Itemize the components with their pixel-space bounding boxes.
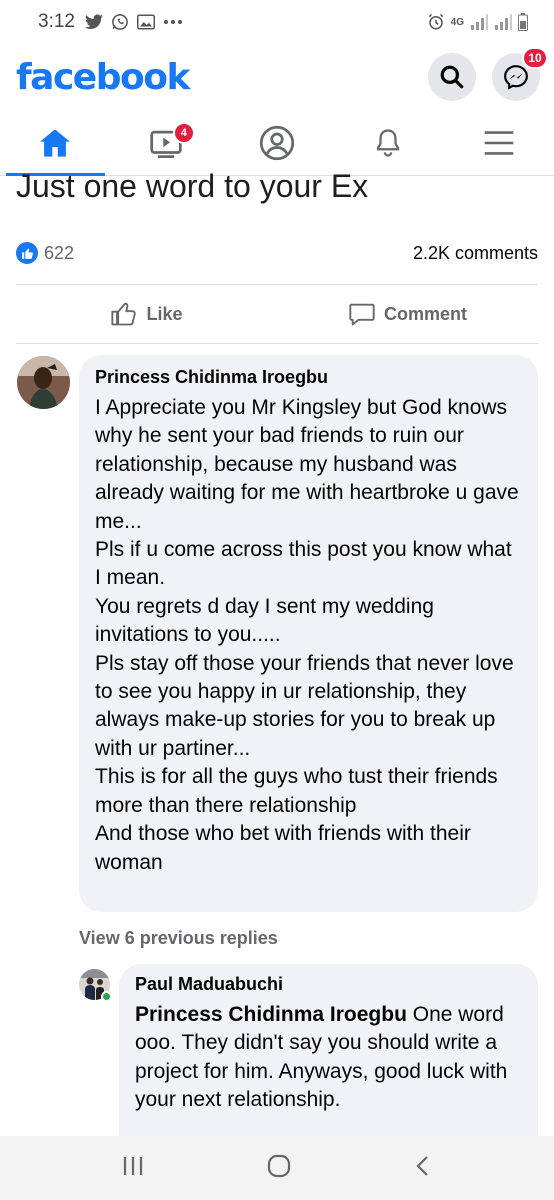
search-button[interactable] xyxy=(428,53,476,101)
comments-count[interactable]: 2.2K comments xyxy=(413,243,538,264)
home-circle-icon xyxy=(267,1154,291,1177)
status-time: 3:12 xyxy=(38,11,75,32)
app-header: facebook 10 xyxy=(0,44,554,110)
like-label: Like xyxy=(146,303,183,324)
hamburger-menu-icon xyxy=(484,130,513,155)
more-dots-icon xyxy=(163,20,182,24)
recent-apps-icon xyxy=(123,1156,142,1175)
signal-icon xyxy=(471,14,488,30)
reply-bubble: Paul Maduabuchi Princess Chidinma Iroegb… xyxy=(119,964,538,1164)
facebook-mobile-page: 3:12 4G facebook 10 4 Just one word to y… xyxy=(0,0,554,1200)
messenger-badge: 10 xyxy=(522,47,548,69)
home-system-button[interactable] xyxy=(266,1153,292,1184)
alarm-icon xyxy=(428,13,443,30)
bell-icon xyxy=(376,128,399,157)
post-text: Just one word to your Ex xyxy=(16,168,369,204)
tab-watch[interactable]: 4 xyxy=(111,110,222,175)
gallery-icon xyxy=(136,14,155,30)
status-bar: 3:12 4G xyxy=(0,0,554,44)
reactions-row: 622 2.2K comments xyxy=(16,238,538,268)
whatsapp-icon xyxy=(112,14,128,30)
system-nav-bar xyxy=(0,1136,554,1200)
profile-icon xyxy=(259,125,295,160)
like-button[interactable]: Like xyxy=(16,300,277,328)
nav-tabs: 4 xyxy=(0,110,554,176)
online-status-dot xyxy=(101,991,112,1002)
back-button[interactable] xyxy=(413,1154,433,1183)
reply-mention[interactable]: Princess Chidinma Iroegbu xyxy=(135,1003,407,1026)
comment-body: I Appreciate you Mr Kingsley but God kno… xyxy=(95,396,519,874)
search-icon xyxy=(440,65,464,89)
like-reaction-icon xyxy=(16,242,38,264)
signal-icon xyxy=(495,14,512,30)
status-icons-left xyxy=(84,13,183,31)
twitter-icon xyxy=(84,14,103,29)
comment-icon xyxy=(349,303,375,326)
reply-body: Princess Chidinma Iroegbu One word ooo. … xyxy=(135,1001,522,1115)
recent-apps-button[interactable] xyxy=(121,1155,145,1182)
tab-menu[interactable] xyxy=(443,110,554,175)
comment-label: Comment xyxy=(383,303,467,324)
thumbs-up-icon xyxy=(111,302,137,326)
comment-bubble: Princess Chidinma Iroegbu I Appreciate y… xyxy=(79,355,538,912)
messenger-icon xyxy=(504,65,528,90)
header-actions: 10 xyxy=(428,47,548,101)
tab-profile[interactable] xyxy=(222,110,333,175)
watch-badge: 4 xyxy=(172,122,195,144)
post-actions: Like Comment xyxy=(16,284,538,344)
messenger-button[interactable]: 10 xyxy=(492,47,548,101)
reply-author[interactable]: Paul Maduabuchi xyxy=(135,974,522,995)
commenter-avatar[interactable] xyxy=(17,356,70,409)
reactions-count[interactable]: 622 xyxy=(44,243,74,264)
facebook-logo[interactable]: facebook xyxy=(16,57,190,98)
tab-home[interactable] xyxy=(0,110,111,176)
status-icons-right: 4G xyxy=(427,13,528,31)
back-chevron-icon xyxy=(416,1155,429,1176)
battery-icon xyxy=(518,13,528,31)
view-previous-replies-link[interactable]: View 6 previous replies xyxy=(79,928,278,949)
comment-button[interactable]: Comment xyxy=(277,300,538,328)
tab-notifications[interactable] xyxy=(332,110,443,175)
network-type-label: 4G xyxy=(450,16,464,28)
home-icon xyxy=(40,128,71,157)
comment-author[interactable]: Princess Chidinma Iroegbu xyxy=(95,367,522,388)
